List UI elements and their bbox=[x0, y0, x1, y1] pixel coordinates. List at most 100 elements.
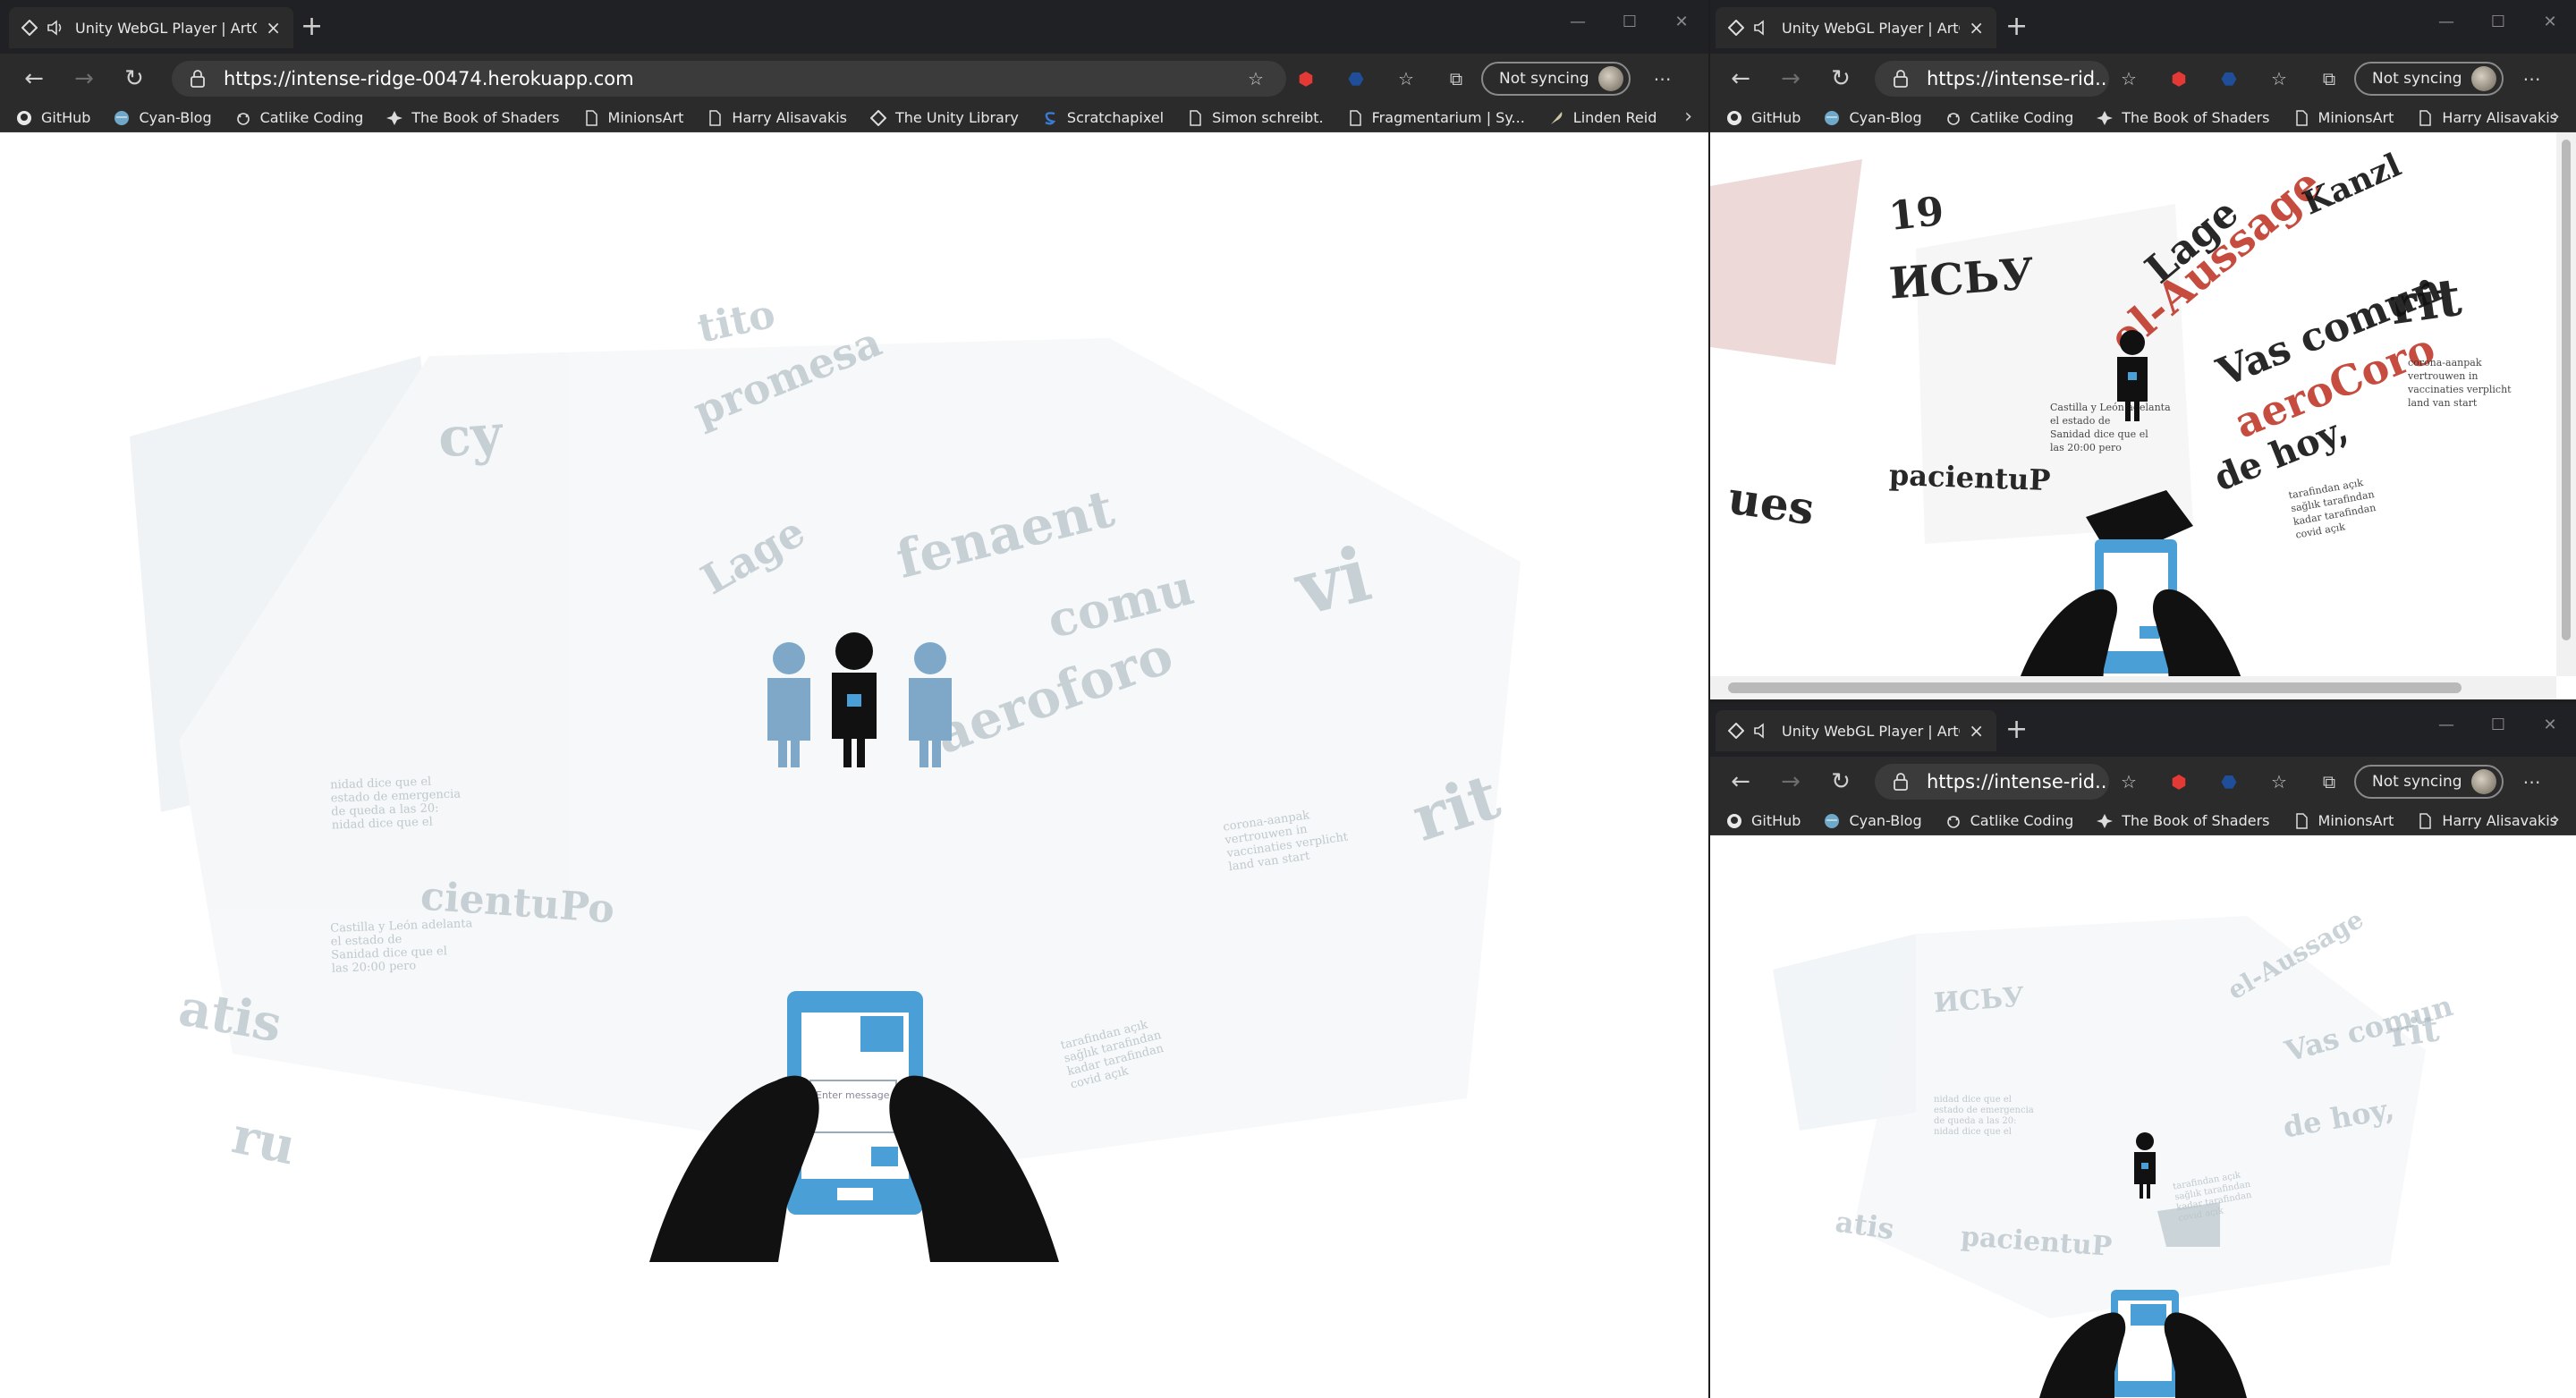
back-button[interactable]: ← bbox=[1716, 54, 1766, 104]
address-bar[interactable]: https://intense-rid... bbox=[1875, 61, 2109, 97]
speaker-icon[interactable] bbox=[47, 20, 64, 36]
browser-tab[interactable]: Unity WebGL Player | ArtGa × bbox=[9, 7, 293, 48]
bookmark-item[interactable]: Cyan-Blog bbox=[1824, 109, 1922, 126]
bookmark-item[interactable]: Harry Alisavakis bbox=[2417, 109, 2557, 126]
cat-icon bbox=[235, 110, 251, 126]
add-favorite-icon[interactable]: ☆ bbox=[2104, 61, 2154, 97]
lock-icon bbox=[1893, 773, 1909, 791]
bookmark-item[interactable]: GitHub bbox=[16, 109, 90, 126]
bookmark-item[interactable]: Linden Reid bbox=[1548, 109, 1657, 126]
bookmark-item[interactable]: Cyan-Blog bbox=[1824, 812, 1922, 829]
close-tab-icon[interactable]: × bbox=[266, 17, 281, 38]
favorites-icon[interactable]: ☆ bbox=[2254, 61, 2304, 97]
cat-icon bbox=[1945, 110, 1962, 126]
minimize-button[interactable]: — bbox=[2420, 708, 2472, 741]
new-tab-button[interactable]: + bbox=[2005, 714, 2028, 746]
reload-button[interactable]: ↻ bbox=[1816, 54, 1866, 104]
horizontal-scrollbar[interactable] bbox=[1710, 676, 2556, 699]
close-window-button[interactable]: ✕ bbox=[1656, 5, 1707, 38]
bookmark-item[interactable]: The Book of Shaders bbox=[2097, 812, 2270, 829]
scrollbar-thumb[interactable] bbox=[1728, 682, 2462, 693]
back-button[interactable]: ← bbox=[1716, 757, 1766, 807]
page-icon bbox=[2417, 109, 2433, 126]
collections-icon[interactable]: ⧉ bbox=[2304, 61, 2354, 97]
forward-button[interactable]: → bbox=[59, 54, 109, 104]
favorites-icon[interactable]: ☆ bbox=[1381, 61, 1431, 97]
scrollbar-thumb[interactable] bbox=[2562, 140, 2571, 640]
more-menu-icon[interactable]: ⋯ bbox=[1638, 61, 1688, 97]
extension-shield-icon[interactable]: ⬣ bbox=[2204, 61, 2254, 97]
bookmark-item[interactable]: Catlike Coding bbox=[235, 109, 363, 126]
bookmark-item[interactable]: Catlike Coding bbox=[1945, 812, 2073, 829]
minimize-button[interactable]: — bbox=[1552, 5, 1604, 38]
bookmark-item[interactable]: Harry Alisavakis bbox=[707, 109, 847, 126]
dark-glyph-block bbox=[2157, 1202, 2220, 1247]
close-window-button[interactable]: ✕ bbox=[2524, 708, 2576, 741]
bookmark-item[interactable]: MinionsArt bbox=[2293, 812, 2394, 829]
browser-tab[interactable]: Unity WebGL Player | ArtGa × bbox=[1716, 7, 1996, 48]
extension-shield-icon[interactable]: ⬣ bbox=[2204, 764, 2254, 800]
profile-sync-button[interactable]: Not syncing bbox=[2354, 62, 2504, 96]
maximize-button[interactable]: ☐ bbox=[2472, 708, 2524, 741]
collections-icon[interactable]: ⧉ bbox=[1431, 61, 1481, 97]
close-tab-icon[interactable]: × bbox=[1969, 720, 1984, 741]
reload-button[interactable]: ↻ bbox=[109, 54, 159, 104]
address-bar[interactable]: https://intense-rid... bbox=[1875, 764, 2109, 800]
more-menu-icon[interactable]: ⋯ bbox=[2507, 764, 2557, 800]
more-menu-icon[interactable]: ⋯ bbox=[2507, 61, 2557, 97]
browser-tab[interactable]: Unity WebGL Player | ArtGa × bbox=[1716, 710, 1996, 751]
bookmark-label: The Book of Shaders bbox=[2122, 109, 2270, 126]
back-button[interactable]: ← bbox=[9, 54, 59, 104]
new-tab-button[interactable]: + bbox=[2005, 11, 2028, 43]
speaker-icon[interactable] bbox=[1753, 723, 1771, 739]
game-canvas[interactable]: ИСЬУ el-Aussage Vas comun rit de hoy, at… bbox=[1710, 835, 2576, 1398]
bookmark-item[interactable]: Cyan-Blog bbox=[114, 109, 212, 126]
speaker-icon[interactable] bbox=[1753, 20, 1771, 36]
game-foreground bbox=[2012, 330, 2249, 699]
vertical-scrollbar[interactable] bbox=[2556, 132, 2576, 676]
new-tab-button[interactable]: + bbox=[301, 11, 323, 43]
game-canvas[interactable]: cy promesa tito Lage fenaent comu aerofo… bbox=[0, 132, 1708, 1398]
lock-icon bbox=[190, 70, 206, 88]
minimize-button[interactable]: — bbox=[2420, 5, 2472, 38]
chevron-right-icon[interactable]: › bbox=[2552, 106, 2560, 128]
unity-icon bbox=[21, 20, 38, 36]
extension-shield-icon[interactable]: ⬣ bbox=[1331, 61, 1381, 97]
bookmark-item[interactable]: Catlike Coding bbox=[1945, 109, 2073, 126]
bookmark-item[interactable]: The Book of Shaders bbox=[386, 109, 560, 126]
favorites-icon[interactable]: ☆ bbox=[2254, 764, 2304, 800]
maximize-button[interactable]: ☐ bbox=[2472, 5, 2524, 38]
add-favorite-icon[interactable]: ☆ bbox=[1231, 61, 1281, 97]
bookmark-item[interactable]: GitHub bbox=[1726, 109, 1801, 126]
collections-icon[interactable]: ⧉ bbox=[2304, 764, 2354, 800]
hand-right bbox=[889, 1075, 1059, 1262]
bookmark-item[interactable]: Scratchapixel bbox=[1042, 109, 1164, 126]
bookmark-item[interactable]: The Book of Shaders bbox=[2097, 109, 2270, 126]
forward-button[interactable]: → bbox=[1766, 757, 1816, 807]
extension-red-icon[interactable]: ⬢ bbox=[2154, 764, 2204, 800]
extension-red-icon[interactable]: ⬢ bbox=[1281, 61, 1331, 97]
add-favorite-icon[interactable]: ☆ bbox=[2104, 764, 2154, 800]
close-tab-icon[interactable]: × bbox=[1969, 17, 1984, 38]
globe-icon bbox=[1824, 110, 1840, 126]
address-bar[interactable]: https://intense-ridge-00474.herokuapp.co… bbox=[172, 61, 1286, 97]
game-foreground: Enter message... bbox=[649, 632, 1059, 1262]
bookmark-item[interactable]: GitHub bbox=[1726, 812, 1801, 829]
chevron-right-icon[interactable]: › bbox=[1684, 106, 1692, 128]
bookmark-item[interactable]: The Unity Library bbox=[869, 109, 1019, 126]
profile-sync-button[interactable]: Not syncing bbox=[2354, 765, 2504, 799]
game-canvas[interactable]: 19 ИСЬУ el-Aussage Lage Kanzl Vas comun … bbox=[1710, 132, 2576, 699]
extension-red-icon[interactable]: ⬢ bbox=[2154, 61, 2204, 97]
bookmark-item[interactable]: MinionsArt bbox=[2293, 109, 2394, 126]
bookmark-item[interactable]: MinionsArt bbox=[583, 109, 683, 126]
reload-button[interactable]: ↻ bbox=[1816, 757, 1866, 807]
forward-button[interactable]: → bbox=[1766, 54, 1816, 104]
bookmark-item[interactable]: Harry Alisavakis bbox=[2417, 812, 2557, 829]
profile-sync-button[interactable]: Not syncing bbox=[1481, 62, 1631, 96]
bookmark-item[interactable]: Fragmentarium | Sy... bbox=[1347, 109, 1525, 126]
chevron-right-icon[interactable]: › bbox=[2552, 809, 2560, 831]
bookmark-item[interactable]: Simon schreibt. bbox=[1187, 109, 1324, 126]
tab-title: Unity WebGL Player | ArtGa bbox=[1782, 722, 1961, 740]
close-window-button[interactable]: ✕ bbox=[2524, 5, 2576, 38]
maximize-button[interactable]: ☐ bbox=[1604, 5, 1656, 38]
